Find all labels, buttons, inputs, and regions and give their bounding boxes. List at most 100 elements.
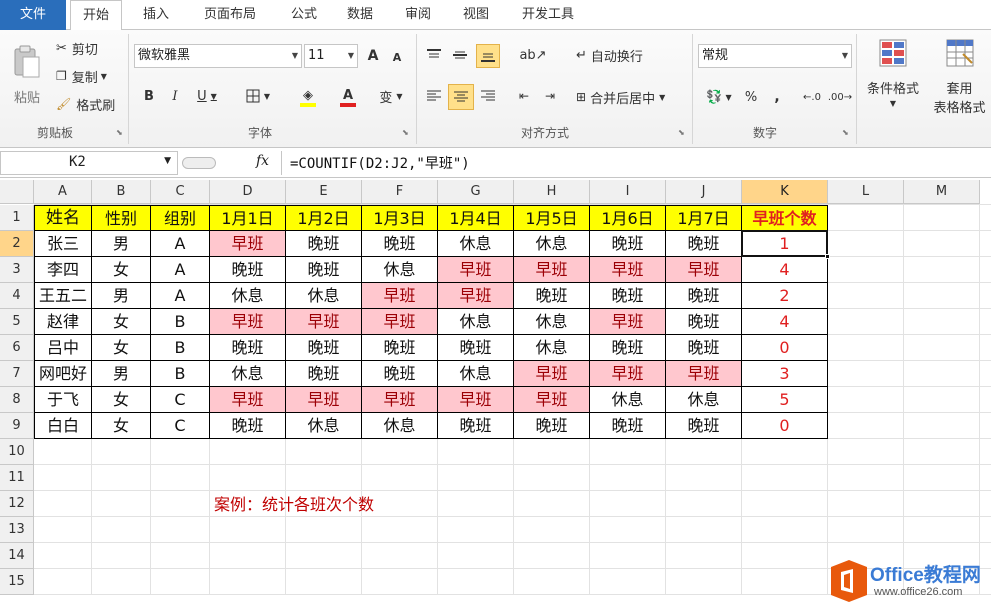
table-cell[interactable]: 晚班: [590, 413, 666, 439]
percent-button[interactable]: %: [742, 86, 760, 108]
dialog-launcher-icon[interactable]: ⬊: [842, 128, 849, 137]
table-cell[interactable]: 晚班: [286, 231, 362, 257]
table-cell[interactable]: B: [151, 361, 210, 387]
align-top-button[interactable]: [424, 44, 444, 66]
table-cell[interactable]: 女: [92, 413, 151, 439]
table-cell[interactable]: 赵律: [34, 309, 92, 335]
table-cell[interactable]: 男: [92, 231, 151, 257]
dialog-launcher-icon[interactable]: ⬊: [678, 128, 685, 137]
row-header-3[interactable]: 3: [0, 257, 34, 283]
wrap-text-button[interactable]: ↵ 自动换行: [576, 44, 643, 66]
table-cell[interactable]: 休息: [514, 309, 590, 335]
row-header-10[interactable]: 10: [0, 439, 34, 465]
table-cell[interactable]: 张三: [34, 231, 92, 257]
table-cell[interactable]: 晚班: [286, 361, 362, 387]
table-header-cell[interactable]: 组别: [151, 205, 210, 231]
table-cell[interactable]: 晚班: [666, 413, 742, 439]
column-header-e[interactable]: E: [286, 180, 362, 204]
dialog-launcher-icon[interactable]: ⬊: [116, 128, 123, 137]
table-cell[interactable]: 早班: [438, 257, 514, 283]
table-cell[interactable]: B: [151, 335, 210, 361]
table-header-cell[interactable]: 1月7日: [666, 205, 742, 231]
row-header-5[interactable]: 5: [0, 309, 34, 335]
table-cell[interactable]: 晚班: [210, 257, 286, 283]
cut-button[interactable]: ✂ 剪切: [56, 38, 98, 58]
name-box[interactable]: K2 ▼: [0, 151, 178, 175]
table-cell[interactable]: 休息: [438, 361, 514, 387]
table-cell[interactable]: 晚班: [590, 335, 666, 361]
increase-decimal-button[interactable]: ←.0: [800, 86, 824, 108]
column-header-i[interactable]: I: [590, 180, 666, 204]
table-cell[interactable]: 晚班: [210, 335, 286, 361]
table-cell[interactable]: 早班: [666, 257, 742, 283]
column-header-h[interactable]: H: [514, 180, 590, 204]
table-cell[interactable]: 早班: [666, 361, 742, 387]
table-cell[interactable]: 早班: [514, 361, 590, 387]
table-cell[interactable]: 晚班: [362, 231, 438, 257]
table-header-cell[interactable]: 1月3日: [362, 205, 438, 231]
row-header-6[interactable]: 6: [0, 335, 34, 361]
align-middle-button[interactable]: [450, 44, 470, 66]
row-header-8[interactable]: 8: [0, 387, 34, 413]
table-cell[interactable]: 男: [92, 361, 151, 387]
row-header-4[interactable]: 4: [0, 283, 34, 309]
table-cell[interactable]: 王五二: [34, 283, 92, 309]
table-cell[interactable]: 早班: [590, 361, 666, 387]
table-cell[interactable]: 休息: [666, 387, 742, 413]
currency-button[interactable]: 💱 ▼: [702, 86, 736, 108]
table-cell[interactable]: 早班: [590, 309, 666, 335]
column-header-b[interactable]: B: [92, 180, 151, 204]
decrease-indent-button[interactable]: ⇤: [514, 84, 534, 108]
table-cell[interactable]: 0: [742, 413, 828, 439]
table-cell[interactable]: 休息: [514, 231, 590, 257]
row-header-7[interactable]: 7: [0, 361, 34, 387]
table-cell[interactable]: 5: [742, 387, 828, 413]
increase-indent-button[interactable]: ⇥: [540, 84, 560, 108]
tab-file[interactable]: 文件: [0, 0, 66, 30]
table-cell[interactable]: 早班: [362, 309, 438, 335]
table-cell[interactable]: 网吧好: [34, 361, 92, 387]
table-cell[interactable]: 晚班: [362, 335, 438, 361]
table-cell[interactable]: 晚班: [666, 283, 742, 309]
table-cell[interactable]: 早班: [362, 387, 438, 413]
table-cell[interactable]: 4: [742, 257, 828, 283]
table-cell[interactable]: 李四: [34, 257, 92, 283]
table-cell[interactable]: 早班: [286, 387, 362, 413]
format-as-table-button[interactable]: 套用 表格格式: [928, 38, 991, 118]
dialog-launcher-icon[interactable]: ⬊: [402, 128, 409, 137]
table-header-cell[interactable]: 姓名: [34, 205, 92, 231]
shrink-font-button[interactable]: A: [388, 48, 406, 66]
table-cell[interactable]: 休息: [286, 283, 362, 309]
table-cell[interactable]: 晚班: [438, 413, 514, 439]
select-all-corner[interactable]: [0, 180, 34, 204]
tab-view[interactable]: 视图: [450, 0, 502, 30]
table-cell[interactable]: A: [151, 283, 210, 309]
format-painter-button[interactable]: 🖌 格式刷: [56, 94, 115, 114]
table-cell[interactable]: 4: [742, 309, 828, 335]
table-header-cell[interactable]: 1月2日: [286, 205, 362, 231]
copy-button[interactable]: ❐ 复制 ▼: [56, 66, 107, 86]
table-cell[interactable]: 晚班: [286, 335, 362, 361]
table-cell[interactable]: 休息: [514, 335, 590, 361]
conditional-format-button[interactable]: 条件格式 ▼: [862, 38, 924, 118]
borders-button[interactable]: ▼: [240, 86, 276, 106]
table-cell[interactable]: 早班: [210, 309, 286, 335]
table-header-cell[interactable]: 1月4日: [438, 205, 514, 231]
table-cell[interactable]: 休息: [362, 257, 438, 283]
table-cell[interactable]: 早班: [438, 283, 514, 309]
paste-button[interactable]: 粘贴: [8, 36, 46, 114]
table-cell[interactable]: 早班: [286, 309, 362, 335]
table-cell[interactable]: 早班: [514, 257, 590, 283]
worksheet-grid[interactable]: A B C D E F G H I J K L M 1 2 3 4 5 6 7 8 9 10 11 12 13 14 15 姓名 性别 组别…: [0, 178, 991, 606]
table-cell[interactable]: 2: [742, 283, 828, 309]
phonetic-button[interactable]: 变 ▼: [374, 84, 408, 108]
row-header-12[interactable]: 12: [0, 491, 34, 517]
comma-button[interactable]: ,: [768, 86, 786, 108]
column-header-a[interactable]: A: [34, 180, 92, 204]
row-header-15[interactable]: 15: [0, 569, 34, 595]
table-header-cell[interactable]: 1月1日: [210, 205, 286, 231]
table-cell[interactable]: 晚班: [666, 335, 742, 361]
table-cell[interactable]: 休息: [286, 413, 362, 439]
column-header-j[interactable]: J: [666, 180, 742, 204]
decrease-decimal-button[interactable]: .00→: [828, 86, 852, 108]
